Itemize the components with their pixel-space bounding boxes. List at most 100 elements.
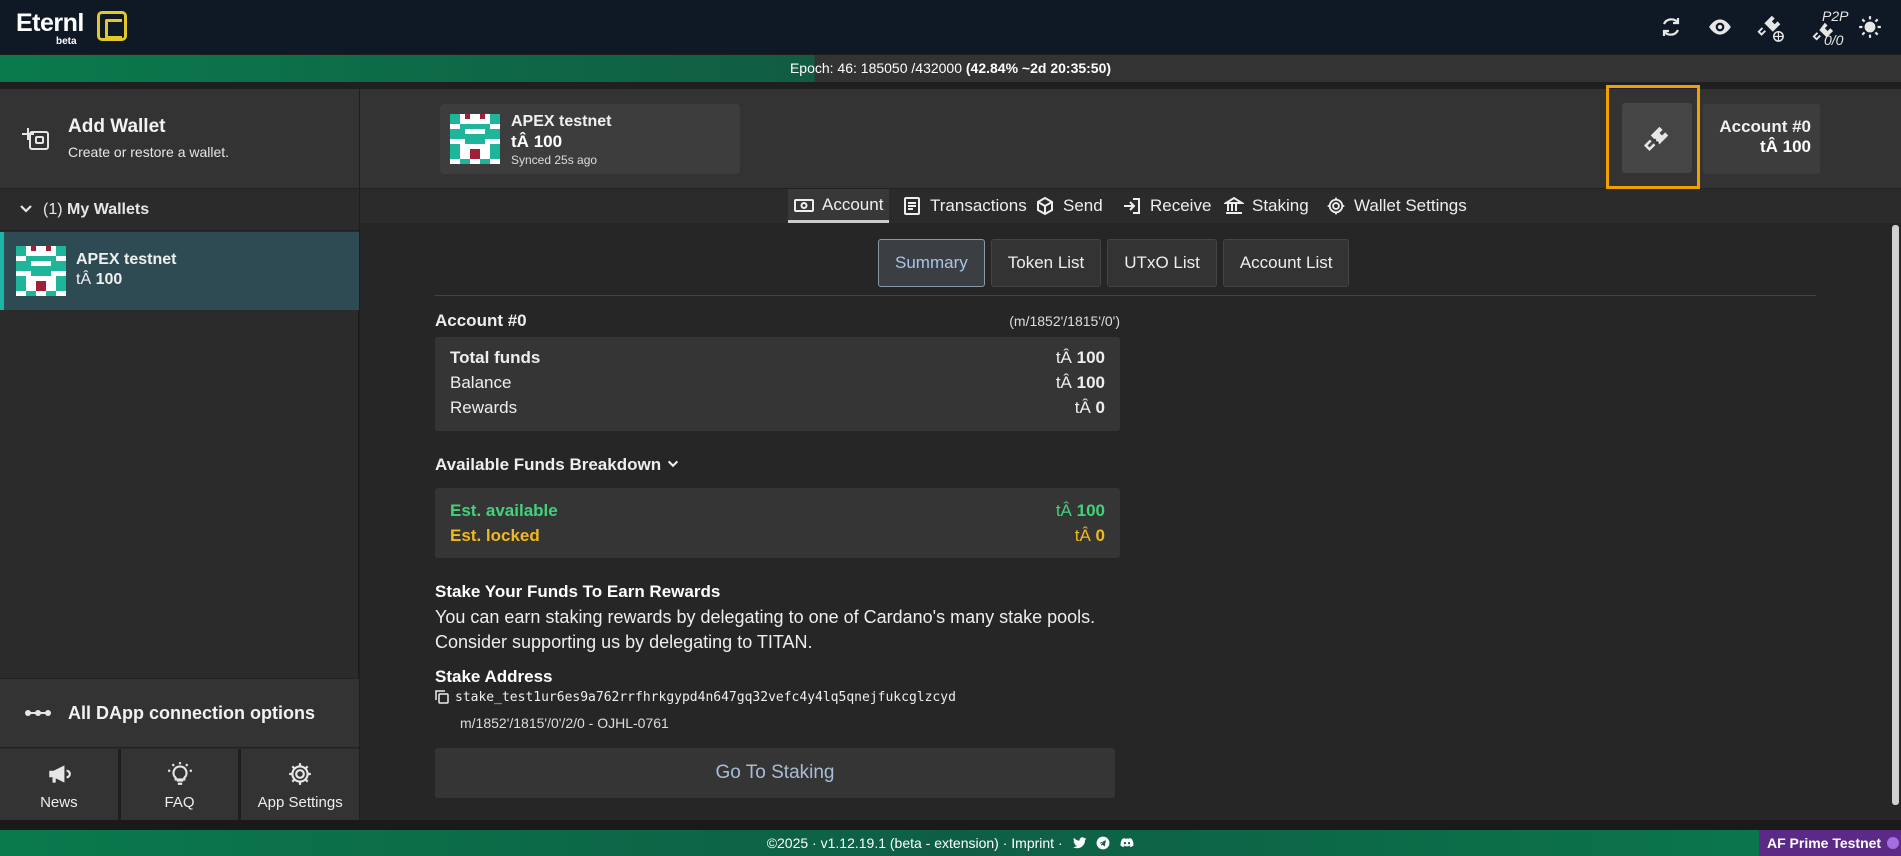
funds-summary: Total funds tÂ 100 Balance tÂ 100 Reward… [435, 337, 1120, 431]
add-wallet-subtitle: Create or restore a wallet. [68, 144, 230, 160]
divider [435, 295, 1816, 296]
epoch-total: /432000 [911, 60, 962, 76]
est-available-label: Est. available [450, 501, 558, 520]
faq-button[interactable]: FAQ [120, 749, 239, 820]
tab-transactions[interactable]: Transactions [902, 189, 1027, 223]
document-icon [904, 197, 920, 215]
eye-icon[interactable] [1705, 12, 1735, 42]
stake-address[interactable]: stake_test1ur6es9a762rrfhrkgypd4n647gq32… [435, 690, 956, 705]
stake-address-title: Stake Address [435, 667, 553, 686]
epoch-progress-text: (42.84% ~2d 20:35:50) [965, 60, 1112, 76]
sidebar-wallet-amount: 100 [95, 271, 123, 288]
wallet-avatar [450, 114, 500, 164]
stake-description: You can earn staking rewards by delegati… [435, 605, 1335, 655]
tab-account[interactable]: Account [788, 189, 890, 223]
plug-globe-icon[interactable] [1755, 12, 1785, 42]
subtab-utxo-list[interactable]: UTxO List [1107, 239, 1217, 287]
news-button[interactable]: News [0, 749, 118, 820]
dapp-connection-options-button[interactable]: All DApp connection options [0, 678, 359, 748]
subtab-account-list[interactable]: Account List [1222, 239, 1350, 287]
discord-icon[interactable] [1120, 836, 1134, 850]
total-funds-value: tÂ 100 [1056, 348, 1105, 368]
telegram-icon[interactable] [1096, 836, 1110, 850]
app-settings-button[interactable]: App Settings [241, 749, 360, 820]
add-wallet-button[interactable]: Add Wallet Create or restore a wallet. [0, 89, 359, 189]
sidebar-wallet-balance: tÂ 100 [76, 271, 122, 289]
dapp-connect-button[interactable] [1622, 103, 1692, 173]
sync-icon[interactable] [1656, 12, 1686, 42]
tab-staking[interactable]: Staking [1224, 189, 1309, 223]
sun-icon[interactable] [1855, 12, 1885, 42]
est-locked-label: Est. locked [450, 526, 540, 545]
est-available-value: tÂ 100 [1056, 501, 1105, 521]
account-subtabs: Summary Token List UTxO List Account Lis… [878, 239, 1350, 287]
wallet-avatar [16, 246, 66, 296]
account-title: Account #0 [435, 311, 527, 330]
currency-symbol: tÂ [1055, 501, 1072, 520]
network-badge[interactable]: AF Prime Testnet [1759, 830, 1901, 856]
stake-title: Stake Your Funds To Earn Rewards [435, 582, 721, 601]
dapp-connection-icon [25, 710, 51, 716]
stake-line-2: Consider supporting us by delegating to … [435, 632, 813, 652]
add-wallet-icon [22, 128, 49, 150]
wallet-group-label: (1) My Wallets [43, 201, 149, 219]
wallet-card-name: APEX testnet [511, 113, 612, 130]
copy-icon[interactable] [435, 690, 449, 704]
tab-send-label: Send [1063, 196, 1103, 215]
epoch-label: Epoch: 46: [789, 60, 857, 76]
wallet-group-count: (1) [43, 201, 63, 218]
lightbulb-icon [167, 762, 192, 785]
amount: 100 [1076, 501, 1105, 520]
wallet-card-balance: tÂ 100 [511, 132, 562, 152]
wallet-group-header[interactable]: (1) My Wallets [0, 189, 359, 231]
chevron-down-icon [667, 460, 678, 468]
logo-mark-icon [97, 11, 127, 41]
funds-breakdown-toggle[interactable]: Available Funds Breakdown [435, 455, 680, 475]
go-to-staking-button[interactable]: Go To Staking [435, 748, 1115, 798]
footer-spacer [0, 820, 1901, 830]
tab-send[interactable]: Send [1035, 189, 1103, 223]
account-card-name: Account #0 [1719, 117, 1811, 136]
wallet-group-name: My Wallets [67, 201, 150, 218]
currency-symbol: tÂ [1055, 373, 1072, 392]
epoch-slot: 185050 [860, 60, 908, 76]
wallet-card[interactable]: APEX testnet tÂ 100 Synced 25s ago [440, 104, 740, 174]
dapp-connection-label: All DApp connection options [68, 703, 315, 723]
currency-symbol: tÂ [1074, 526, 1091, 545]
rewards-value: tÂ 0 [1075, 398, 1105, 418]
account-heading: Account #0 (m/1852'/1815'/0') [435, 311, 1120, 331]
footer-text: ©2025 · v1.12.19.1 (beta - extension) · … [766, 835, 1063, 851]
main-panel: APEX testnet tÂ 100 Synced 25s ago Accou… [360, 85, 1901, 820]
currency-symbol: tÂ [1074, 398, 1091, 417]
stake-address-value: stake_test1ur6es9a762rrfhrkgypd4n647gq32… [455, 690, 956, 705]
network-status-icon [1887, 837, 1900, 849]
gear-icon [289, 763, 312, 785]
wallet-header: APEX testnet tÂ 100 Synced 25s ago Accou… [360, 85, 1901, 189]
scrollbar[interactable] [1892, 225, 1899, 805]
account-derivation-path: (m/1852'/1815'/0') [1009, 313, 1120, 329]
account-card-currency: tÂ [1759, 137, 1778, 156]
wallet-tabs: Account Transactions Send Receive Stakin… [360, 189, 1901, 223]
subtab-summary[interactable]: Summary [878, 239, 985, 287]
faq-label: FAQ [164, 794, 195, 811]
sidebar-footer-buttons: News FAQ App Settings [0, 749, 360, 820]
amount: 100 [1076, 348, 1105, 367]
tab-receive[interactable]: Receive [1122, 189, 1211, 223]
cash-icon [794, 198, 814, 212]
tab-wallet-settings[interactable]: Wallet Settings [1326, 189, 1467, 223]
sidebar: Add Wallet Create or restore a wallet. (… [0, 89, 360, 820]
twitter-icon[interactable] [1072, 836, 1087, 850]
account-card[interactable]: Account #0 tÂ 100 [1703, 104, 1820, 174]
app-logo[interactable]: Eternl beta [16, 9, 84, 47]
top-bar: Eternl beta P2P 0/0 [0, 0, 1901, 54]
tab-transactions-label: Transactions [930, 196, 1027, 215]
rewards-label: Rewards [450, 398, 518, 417]
synced-label: Synced [511, 153, 552, 167]
bank-icon [1224, 196, 1244, 214]
plug-icon [1643, 126, 1669, 152]
stake-line-1: You can earn staking rewards by delegati… [435, 607, 1096, 627]
account-card-amount: 100 [1782, 137, 1811, 156]
sidebar-wallet-item[interactable]: APEX testnet tÂ 100 [0, 232, 359, 310]
subtab-token-list[interactable]: Token List [990, 239, 1102, 287]
send-box-icon [1037, 196, 1053, 216]
